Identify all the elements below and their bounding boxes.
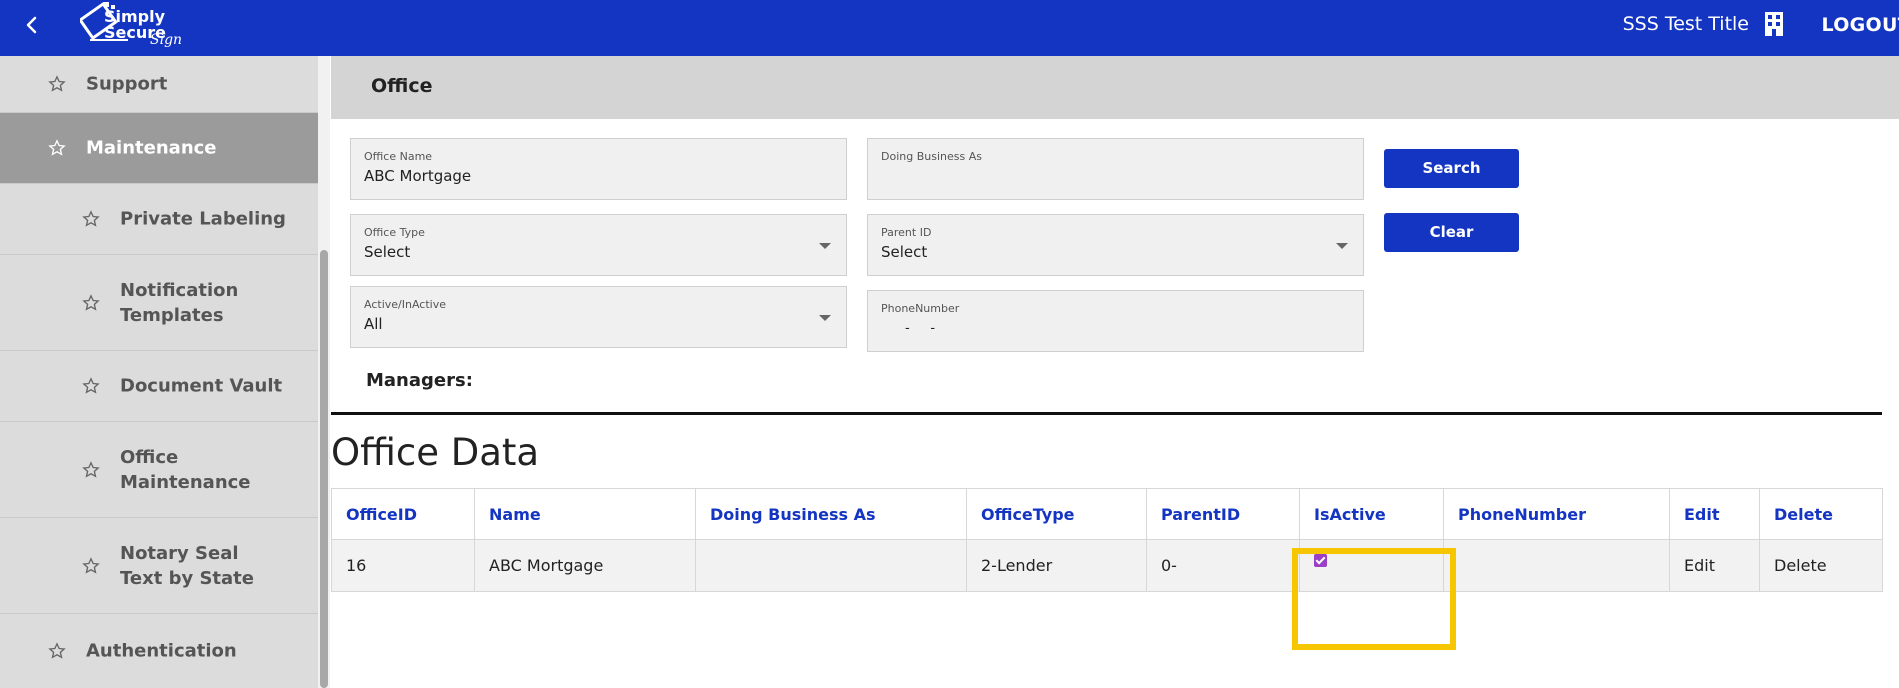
- sidebar-item-label: Support: [86, 73, 168, 95]
- office-name-label: Office Name: [364, 150, 433, 163]
- search-button[interactable]: Search: [1384, 149, 1519, 188]
- sidebar-item-label: Private Labeling: [120, 208, 286, 230]
- simply-secure-sign-logo[interactable]: Simply Secure Sign: [80, 0, 190, 50]
- page-title: Office: [371, 75, 433, 97]
- sidebar-item-label: Notification Templates: [120, 279, 239, 326]
- dba-field[interactable]: Doing Business As: [867, 138, 1364, 200]
- sidebar-item-private-labeling[interactable]: Private Labeling: [0, 184, 318, 255]
- col-edit[interactable]: Edit: [1669, 488, 1760, 540]
- active-select[interactable]: Active/InActive All: [350, 286, 847, 348]
- top-bar: Simply Secure Sign SSS Test Title LOGOUT: [0, 0, 1899, 56]
- sidebar-item-label: Authentication: [86, 640, 237, 662]
- star-icon: [82, 556, 100, 574]
- user-name: SSS Test Title: [1622, 13, 1749, 35]
- table-header-row: OfficeID Name Doing Business As OfficeTy…: [331, 488, 1883, 540]
- star-icon: [82, 293, 100, 311]
- dba-label: Doing Business As: [881, 150, 982, 163]
- building-icon[interactable]: [1763, 11, 1785, 37]
- cell-phone: [1443, 539, 1670, 592]
- col-name[interactable]: Name: [474, 488, 696, 540]
- back-arrow-icon[interactable]: [20, 13, 44, 37]
- sidebar-item-notary-seal-text[interactable]: Notary Seal Text by State: [0, 518, 318, 614]
- sidebar-item-maintenance[interactable]: Maintenance: [0, 113, 318, 184]
- main-content: Office Office Name ABC Mortgage Doing Bu…: [331, 56, 1899, 688]
- col-delete[interactable]: Delete: [1759, 488, 1883, 540]
- office-data-table: OfficeID Name Doing Business As OfficeTy…: [331, 488, 1883, 592]
- parent-id-select[interactable]: Parent ID Select: [867, 214, 1364, 276]
- col-office-type[interactable]: OfficeType: [966, 488, 1147, 540]
- page-header: Office: [331, 56, 1899, 119]
- col-parent-id[interactable]: ParentID: [1146, 488, 1300, 540]
- cell-dba: [695, 539, 967, 592]
- star-icon: [48, 139, 66, 156]
- office-type-highlight-box: [1292, 548, 1456, 650]
- col-office-id[interactable]: OfficeID: [331, 488, 475, 540]
- office-name-field[interactable]: Office Name ABC Mortgage: [350, 138, 847, 200]
- star-icon: [48, 642, 66, 659]
- svg-text:Sign: Sign: [150, 32, 182, 48]
- cell-parent-id: 0-: [1146, 539, 1300, 592]
- table-row: 16 ABC Mortgage 2-Lender 0- Edit Delete: [331, 539, 1883, 592]
- phone-field[interactable]: PhoneNumber - -: [867, 290, 1364, 352]
- phone-label: PhoneNumber: [881, 302, 960, 315]
- edit-link[interactable]: Edit: [1669, 539, 1760, 592]
- office-type-select[interactable]: Office Type Select: [350, 214, 847, 276]
- phone-value: - -: [905, 321, 936, 336]
- chevron-down-icon: [819, 315, 831, 321]
- cell-name: ABC Mortgage: [474, 539, 696, 592]
- sidebar-item-label: Notary Seal Text by State: [120, 542, 254, 589]
- active-label: Active/InActive: [364, 298, 446, 311]
- parent-id-label: Parent ID: [881, 226, 932, 239]
- cell-office-id: 16: [331, 539, 475, 592]
- managers-label: Managers:: [366, 370, 473, 391]
- sidebar: Support Maintenance Private Labeling Not…: [0, 56, 318, 688]
- sidebar-item-label: Document Vault: [120, 375, 283, 397]
- col-is-active[interactable]: IsActive: [1299, 488, 1444, 540]
- sidebar-item-label: Maintenance: [86, 137, 217, 159]
- col-phone[interactable]: PhoneNumber: [1443, 488, 1670, 540]
- parent-id-value: Select: [881, 243, 928, 261]
- sidebar-item-support[interactable]: Support: [0, 56, 318, 113]
- office-data-title: Office Data: [331, 431, 540, 474]
- sidebar-item-label: Office Maintenance: [120, 446, 251, 493]
- clear-button[interactable]: Clear: [1384, 213, 1519, 252]
- sidebar-item-document-vault[interactable]: Document Vault: [0, 351, 318, 422]
- delete-link[interactable]: Delete: [1759, 539, 1883, 592]
- sidebar-item-authentication[interactable]: Authentication: [0, 614, 318, 688]
- star-icon: [82, 377, 100, 394]
- col-dba[interactable]: Doing Business As: [695, 488, 967, 540]
- active-value: All: [364, 315, 383, 333]
- star-icon: [82, 460, 100, 478]
- chevron-down-icon: [1336, 243, 1348, 249]
- office-type-label: Office Type: [364, 226, 425, 239]
- star-icon: [82, 210, 100, 227]
- cell-office-type: 2-Lender: [966, 539, 1147, 592]
- sidebar-item-office-maintenance[interactable]: Office Maintenance: [0, 422, 318, 518]
- logout-button[interactable]: LOGOUT: [1821, 14, 1899, 36]
- section-divider: [331, 412, 1882, 415]
- sidebar-scrollbar-thumb[interactable]: [320, 250, 328, 688]
- office-type-value: Select: [364, 243, 411, 261]
- star-icon: [48, 75, 66, 92]
- office-name-value: ABC Mortgage: [364, 167, 472, 185]
- sidebar-item-notification-templates[interactable]: Notification Templates: [0, 255, 318, 351]
- chevron-down-icon: [819, 243, 831, 249]
